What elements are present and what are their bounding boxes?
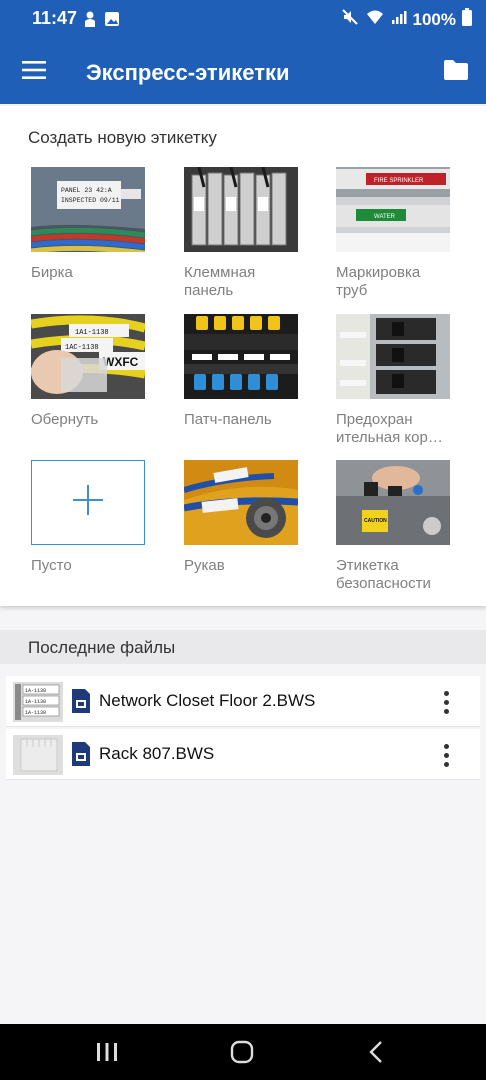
bws-file-icon <box>71 741 91 772</box>
fuse-box-photo <box>336 314 450 399</box>
folder-icon <box>443 59 469 86</box>
sleeve-photo <box>184 460 298 545</box>
status-bar: 11:47 100% <box>0 0 486 40</box>
thumb-text: 1A-1138 <box>25 710 46 716</box>
hamburger-icon <box>22 60 46 84</box>
home-icon[interactable] <box>230 1040 254 1069</box>
template-label: Патч-панель <box>184 411 272 428</box>
pipe-marking-photo: FIRE SPRINKLER WATER <box>336 167 450 252</box>
tag-photo: PANEL 23 42:A INSPECTED 09/11 <box>31 167 145 252</box>
bws-file-icon <box>71 688 91 719</box>
safety-photo-text: CAUTION <box>364 518 387 524</box>
wrap-photo-text: 1A1-1138 <box>75 329 109 337</box>
status-time: 11:47 <box>32 8 78 28</box>
template-label: Клеммная панель <box>184 264 256 299</box>
page-title: Экспресс-этикетки <box>86 60 290 85</box>
new-label-section: Создать новую этикетку PANEL 23 42:A INS… <box>0 106 486 606</box>
file-row[interactable]: Rack 807.BWS <box>6 729 480 780</box>
template-blank[interactable]: Пусто <box>31 460 161 575</box>
recent-files-title: Последние файлы <box>28 638 176 657</box>
thumb-text: 1A-1138 <box>25 699 46 705</box>
wifi-icon <box>365 8 385 31</box>
menu-button[interactable] <box>14 52 54 92</box>
pipe-photo-text: FIRE SPRINKLER <box>374 178 424 184</box>
terminal-block-photo <box>184 167 298 252</box>
file-name: Network Closet Floor 2.BWS <box>99 691 316 710</box>
template-label: Рукав <box>184 557 225 574</box>
template-fuse-box[interactable]: Предохран ительная кор… <box>336 314 466 447</box>
recent-files-header: Последние файлы <box>0 630 486 664</box>
patch-panel-photo <box>184 314 298 399</box>
battery-icon <box>462 8 472 31</box>
signal-icon <box>391 9 407 30</box>
template-terminal-block[interactable]: Клеммная панель <box>184 167 314 300</box>
tag-photo-text: INSPECTED 09/11 <box>61 197 120 204</box>
safety-label-photo: CAUTION <box>336 460 450 545</box>
tag-photo-text: PANEL 23 42:A <box>61 187 112 194</box>
mute-icon <box>341 8 359 31</box>
more-options-button[interactable] <box>432 741 460 769</box>
template-label: Пусто <box>31 557 72 574</box>
open-folder-button[interactable] <box>436 52 476 92</box>
file-name: Rack 807.BWS <box>99 744 215 763</box>
template-sleeve[interactable]: Рукав <box>184 460 314 575</box>
system-nav-bar <box>0 1024 486 1080</box>
template-label: Маркировка труб <box>336 264 421 299</box>
file-thumbnail <box>13 735 63 775</box>
back-icon[interactable] <box>368 1040 384 1069</box>
battery-text: 100% <box>412 9 456 29</box>
template-label: Этикетка безопасности <box>336 557 431 592</box>
plus-icon <box>71 483 105 522</box>
file-row[interactable]: 1A-1138 1A-1138 1A-1138 Network Closet F… <box>6 676 480 727</box>
recents-icon[interactable] <box>96 1042 118 1067</box>
wrap-photo-text: WXFC <box>103 355 139 369</box>
blank-template-frame <box>31 460 145 545</box>
template-label: Обернуть <box>31 411 99 428</box>
wrap-photo: 1A1-1138 1AC-1138 WXFC <box>31 314 145 399</box>
more-vert-icon <box>443 743 449 749</box>
template-label: Предохран ительная кор… <box>336 411 443 446</box>
image-icon <box>104 11 120 32</box>
pipe-photo-text: WATER <box>374 214 396 220</box>
template-wrap[interactable]: 1A1-1138 1AC-1138 WXFC Обернуть <box>31 314 161 429</box>
template-safety-label[interactable]: CAUTION Этикетка безопасности <box>336 460 466 593</box>
more-options-button[interactable] <box>432 688 460 716</box>
template-tag[interactable]: PANEL 23 42:A INSPECTED 09/11 Бирка <box>31 167 161 282</box>
more-vert-icon <box>443 690 449 696</box>
thumb-text: 1A-1138 <box>25 688 46 694</box>
section-title: Создать новую этикетку <box>28 128 217 147</box>
template-patch-panel[interactable]: Патч-панель <box>184 314 314 429</box>
template-pipe-marking[interactable]: FIRE SPRINKLER WATER Маркировка труб <box>336 167 466 300</box>
file-thumbnail: 1A-1138 1A-1138 1A-1138 <box>13 682 63 722</box>
app-bar: Экспресс-этикетки <box>0 40 486 104</box>
wrap-photo-text: 1AC-1138 <box>65 344 99 352</box>
person-icon <box>84 11 96 32</box>
template-label: Бирка <box>31 264 73 281</box>
